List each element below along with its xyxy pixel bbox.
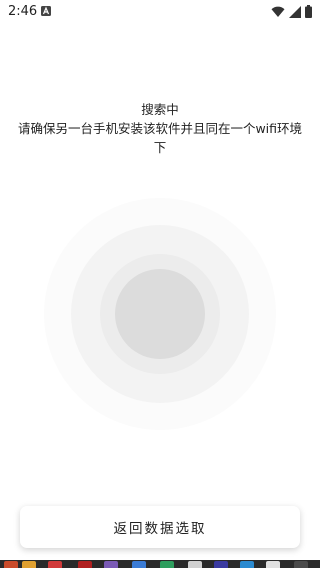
taskbar-app-icon[interactable] — [240, 561, 254, 568]
a-notification-icon — [41, 6, 51, 16]
status-icons — [271, 5, 312, 18]
wifi-icon — [271, 6, 285, 17]
search-instruction-line1: 请确保另一台手机安装该软件并且同在一个wifi环境 — [17, 121, 303, 136]
signal-icon — [289, 5, 301, 18]
status-time: 2:46 — [8, 4, 38, 19]
taskbar-app-icon[interactable] — [4, 561, 18, 568]
taskbar-app-icon[interactable] — [22, 561, 36, 568]
taskbar-app-icon[interactable] — [132, 561, 146, 568]
search-status-title: 搜索中 — [141, 102, 179, 117]
taskbar-strip — [0, 560, 320, 568]
search-instruction-line2: 下 — [153, 140, 167, 155]
taskbar-app-icon[interactable] — [48, 561, 62, 568]
taskbar-app-icon[interactable] — [294, 561, 308, 568]
search-message: 搜索中 请确保另一台手机安装该软件并且同在一个wifi环境 下 — [14, 100, 306, 157]
status-bar: 2:46 — [0, 0, 320, 24]
taskbar-app-icon[interactable] — [160, 561, 174, 568]
taskbar-app-icon[interactable] — [104, 561, 118, 568]
taskbar-app-icon[interactable] — [266, 561, 280, 568]
taskbar-app-icon[interactable] — [214, 561, 228, 568]
back-to-data-selection-button[interactable]: 返回数据选取 — [20, 506, 300, 548]
taskbar-app-icon[interactable] — [188, 561, 202, 568]
search-pulse-core — [115, 269, 205, 359]
battery-icon — [305, 5, 312, 18]
taskbar-app-icon[interactable] — [78, 561, 92, 568]
